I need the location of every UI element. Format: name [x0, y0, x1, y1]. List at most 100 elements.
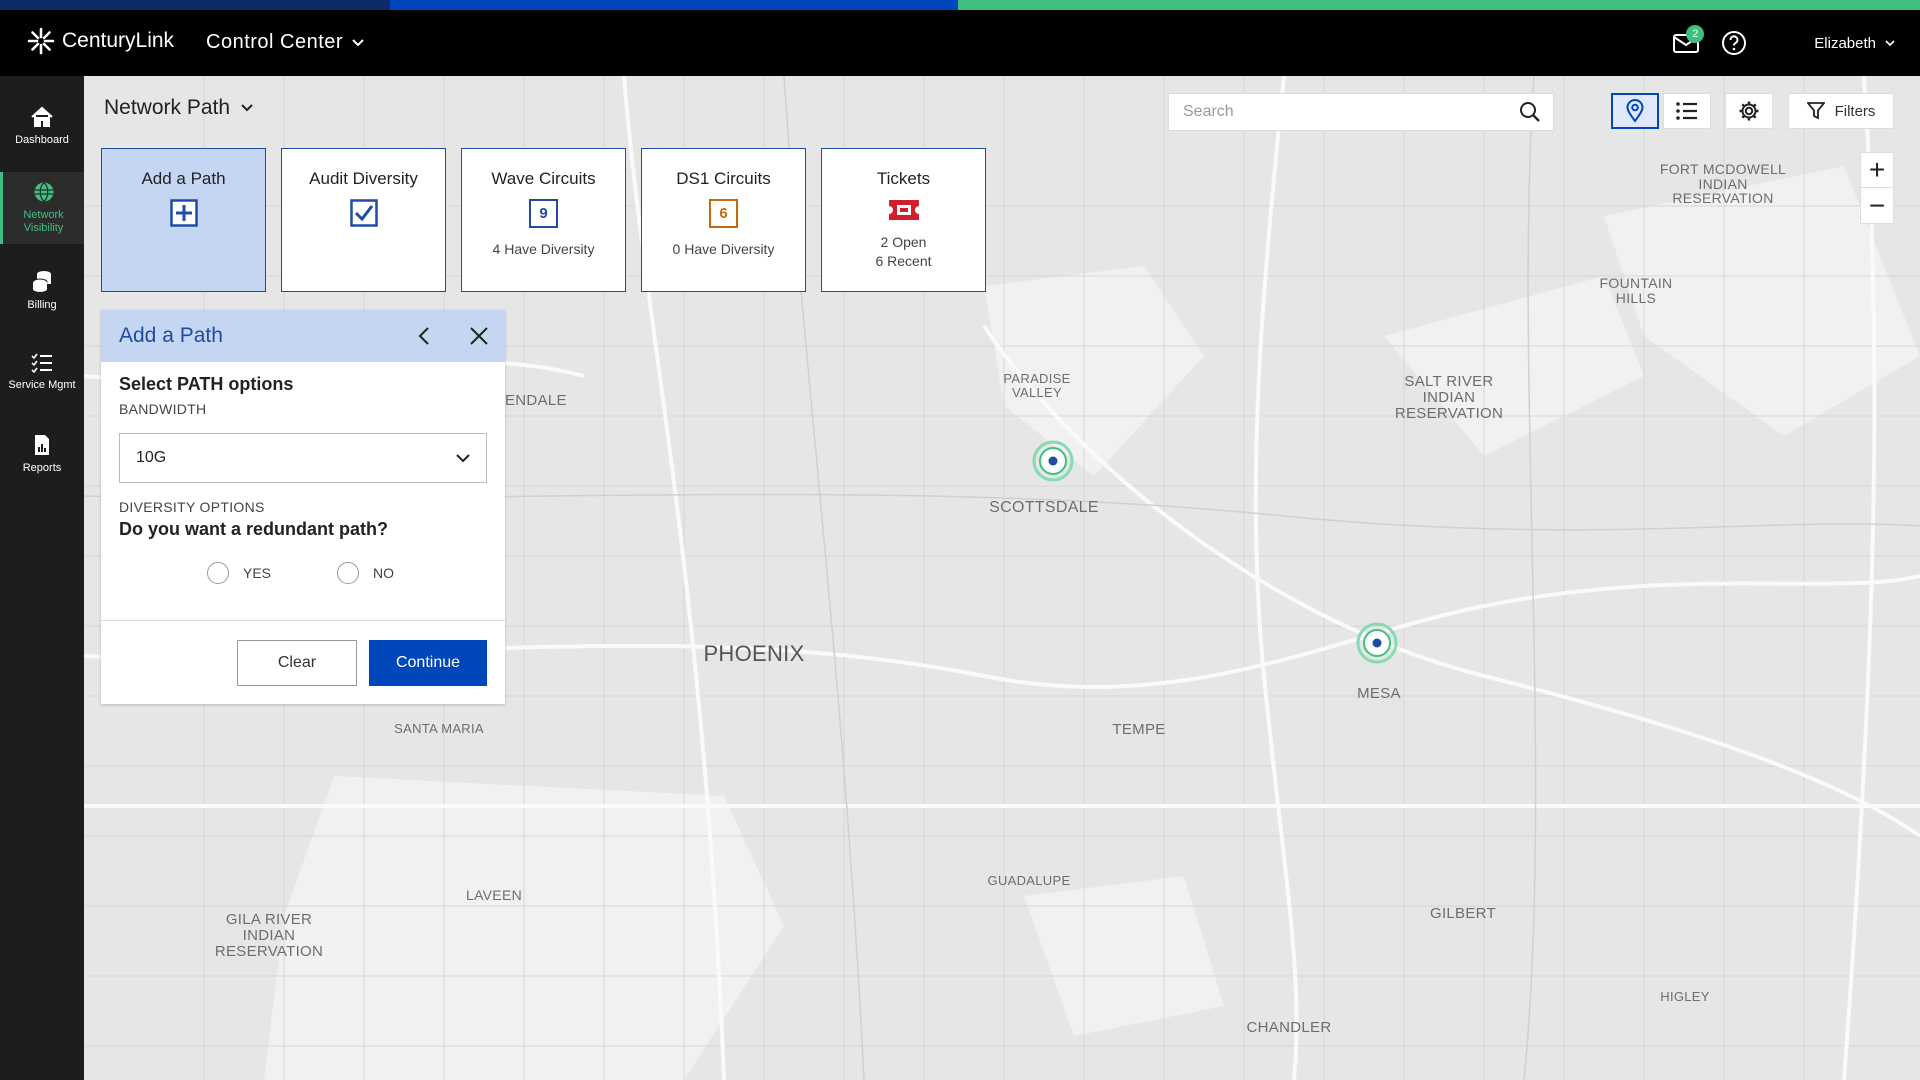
zoom-out-button[interactable]: −: [1861, 188, 1893, 223]
brand-stripe: [0, 0, 1920, 10]
filters-label: Filters: [1834, 102, 1876, 120]
section-title: Select PATH options: [119, 374, 294, 394]
tile-title: Wave Circuits: [491, 169, 596, 188]
app-switcher[interactable]: Control Center: [206, 31, 365, 54]
bandwidth-value: 10G: [136, 449, 167, 466]
zoom-in-button[interactable]: +: [1861, 153, 1893, 189]
map-label-tempe: TEMPE: [1112, 721, 1166, 738]
chevron-down-icon: [1885, 40, 1895, 47]
help-button[interactable]: [1714, 23, 1754, 63]
help-icon: [1722, 31, 1747, 55]
list-view-button[interactable]: [1663, 93, 1711, 129]
map-label-glendale: ENDALE: [505, 392, 567, 409]
sidebar-item-label: Reports: [22, 461, 62, 474]
tile-title: Tickets: [876, 169, 931, 188]
diversity-label: DIVERSITY OPTIONS: [119, 499, 265, 515]
sidebar-item-service-mgmt[interactable]: Service Mgmt: [0, 336, 84, 408]
panel-header: Add a Path: [101, 310, 505, 362]
panel-footer: Clear Continue: [101, 620, 505, 704]
list-icon: [1676, 102, 1697, 120]
sidebar-item-label: Service Mgmt: [8, 378, 76, 391]
page-title-dropdown[interactable]: Network Path: [104, 96, 254, 120]
checklist-icon: [31, 353, 52, 373]
radio-circle[interactable]: [337, 562, 360, 584]
sidebar-item-dashboard[interactable]: Dashboard: [0, 90, 84, 162]
centurylink-logo-icon: [27, 27, 55, 55]
chevron-down-icon: [241, 104, 253, 112]
plus-square-icon: [169, 199, 198, 227]
map-label-chandler: CHANDLER: [1246, 1019, 1332, 1036]
map-label-fort-mcdowell: FORT MCDOWELL INDIAN RESERVATION: [1659, 161, 1787, 207]
tile-subtitle: 0 Have Diversity: [672, 241, 775, 257]
tile-title: Audit Diversity: [309, 169, 418, 188]
app-name: Control Center: [206, 31, 344, 53]
page-title: Network Path: [104, 96, 231, 119]
map-label-laveen: LAVEEN: [465, 887, 522, 903]
summary-tiles: Add a Path Audit Diversity Wave Circuits…: [101, 148, 986, 292]
ticket-icon: [888, 200, 919, 220]
coins-icon: [32, 270, 51, 292]
tile-ds1-circuits[interactable]: DS1 Circuits 6 0 Have Diversity: [641, 148, 806, 292]
tile-audit-diversity[interactable]: Audit Diversity: [281, 148, 446, 292]
filters-button[interactable]: Filters: [1788, 93, 1894, 129]
tile-wave-circuits[interactable]: Wave Circuits 9 4 Have Diversity: [461, 148, 626, 292]
map-label-santa-maria: SANTA MARIA: [394, 721, 484, 736]
search-input[interactable]: Search: [1168, 93, 1554, 131]
tickets-open: 2 Open: [880, 234, 927, 250]
radio-no-label: NO: [373, 565, 395, 581]
map-pin-icon: [1626, 99, 1644, 123]
sidebar-item-network-visibility[interactable]: Network Visibility: [0, 172, 84, 244]
pin-pulse-icon: [1032, 440, 1074, 482]
mail-count-badge: 2: [1686, 25, 1705, 43]
clear-button[interactable]: Clear: [237, 639, 357, 686]
map-view-button[interactable]: [1611, 93, 1659, 129]
tile-subtitle: 2 Open 6 Recent: [875, 233, 931, 271]
radio-yes[interactable]: YES: [207, 562, 271, 584]
map-label-mesa: MESA: [1357, 685, 1401, 702]
messages-button[interactable]: 2: [1666, 23, 1706, 63]
map-label-higley: HIGLEY: [1660, 989, 1710, 1004]
radio-circle[interactable]: [207, 562, 229, 584]
tile-add-a-path[interactable]: Add a Path: [101, 148, 266, 292]
settings-button[interactable]: [1725, 93, 1773, 129]
close-icon[interactable]: [467, 324, 491, 348]
tile-tickets[interactable]: Tickets 2 Open 6 Recent: [821, 148, 986, 292]
radio-no[interactable]: NO: [337, 562, 394, 584]
pin-pulse-icon: [1356, 622, 1398, 664]
map-label-salt-river: SALT RIVER INDIAN RESERVATION: [1394, 373, 1504, 422]
location-marker-mesa[interactable]: [1355, 621, 1399, 665]
ds1-count: 6: [709, 199, 738, 228]
sidebar-item-reports[interactable]: Reports: [0, 418, 84, 490]
report-icon: [35, 434, 49, 455]
view-toggle: [1611, 93, 1711, 129]
gear-icon: [1739, 101, 1759, 121]
chevron-down-icon: [456, 454, 470, 463]
home-icon: [31, 106, 53, 127]
add-path-panel: Add a Path Select PATH options BANDWIDTH…: [101, 310, 505, 704]
sidebar-item-label: Dashboard: [15, 133, 69, 146]
bandwidth-select[interactable]: 10G: [119, 433, 487, 483]
map-label-guadalupe: GUADALUPE: [987, 873, 1071, 888]
continue-button[interactable]: Continue: [369, 639, 487, 686]
tickets-recent: 6 Recent: [875, 252, 932, 269]
redundant-question: Do you want a redundant path?: [119, 519, 388, 539]
brand-name: CenturyLink: [62, 29, 175, 52]
location-marker-scottsdale[interactable]: [1031, 439, 1075, 483]
panel-title: Add a Path: [119, 324, 223, 347]
sidebar-item-billing[interactable]: Billing: [0, 254, 84, 326]
bandwidth-label: BANDWIDTH: [119, 401, 207, 417]
chevron-down-icon: [352, 38, 364, 46]
wave-count: 9: [529, 199, 558, 228]
tile-subtitle: 4 Have Diversity: [492, 241, 595, 257]
filter-icon: [1806, 102, 1825, 120]
map-label-gilbert: GILBERT: [1429, 905, 1496, 922]
map-label-gila-river: GILA RIVER INDIAN RESERVATION: [214, 911, 324, 960]
sidebar-item-label: Billing: [27, 298, 57, 311]
sidebar-item-label: Network Visibility: [23, 209, 64, 234]
map-label-scottsdale: SCOTTSDALE: [989, 499, 1099, 516]
user-name: Elizabeth: [1814, 34, 1876, 52]
brand-logo[interactable]: CenturyLink: [26, 26, 174, 56]
tile-title: Add a Path: [141, 169, 226, 188]
chevron-left-icon[interactable]: [413, 324, 437, 348]
user-menu[interactable]: Elizabeth: [1814, 35, 1896, 52]
